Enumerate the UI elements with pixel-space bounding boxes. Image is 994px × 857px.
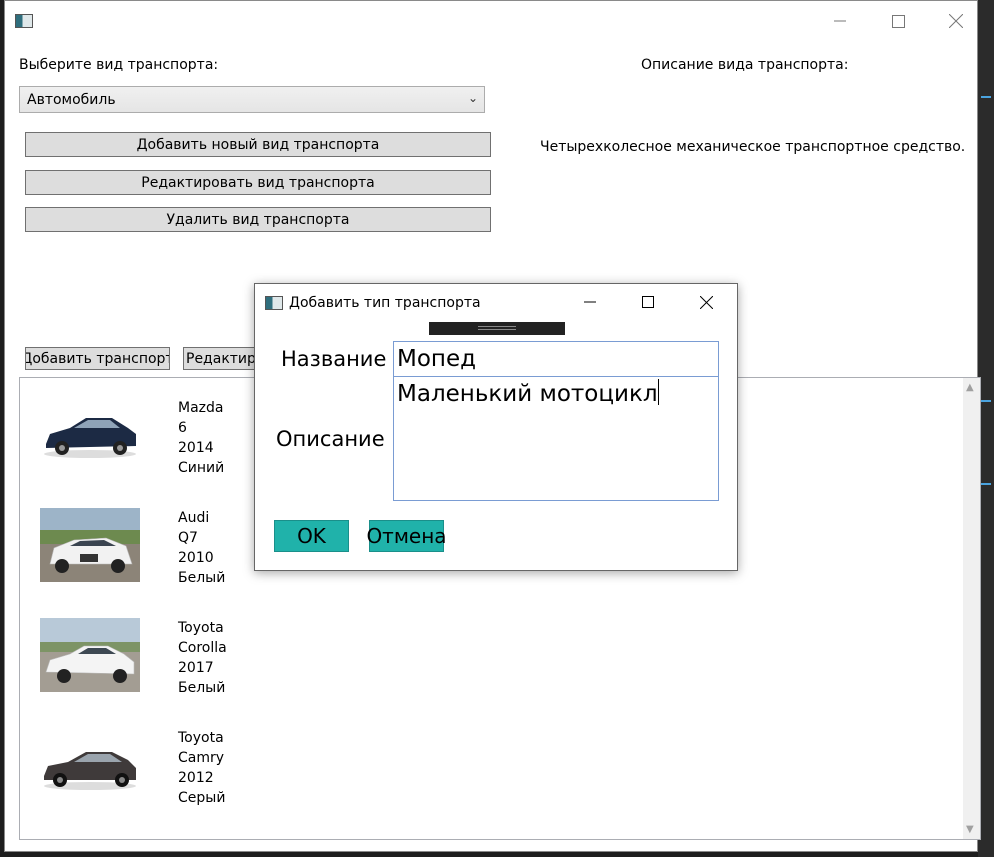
dialog-close-button[interactable] — [683, 284, 729, 320]
close-icon — [949, 14, 963, 28]
description-label: Описание — [276, 427, 385, 451]
description-input[interactable]: Маленький мотоцикл — [393, 376, 719, 501]
car-photo — [40, 618, 140, 692]
add-transport-button[interactable]: Добавить транспорт — [25, 347, 170, 370]
drag-handle[interactable] — [429, 322, 565, 335]
name-input-value: Мопед — [397, 346, 477, 372]
dialog-maximize-button[interactable] — [625, 284, 671, 320]
edit-type-button[interactable]: Редактировать вид транспорта — [25, 170, 491, 195]
car-photo — [40, 508, 140, 582]
maximize-icon — [642, 296, 654, 308]
name-label: Название — [281, 347, 387, 371]
vehicle-model: 6 — [178, 420, 187, 436]
description-header: Описание вида транспорта: — [641, 57, 849, 73]
vehicle-color: Белый — [178, 680, 226, 696]
delete-type-button[interactable]: Удалить вид транспорта — [25, 207, 491, 232]
vehicle-model: Q7 — [178, 530, 198, 546]
vehicle-brand: Mazda — [178, 400, 224, 416]
car-photo — [40, 398, 140, 472]
add-type-button[interactable]: Добавить новый вид транспорта — [25, 132, 491, 157]
dialog-app-icon — [265, 296, 283, 310]
main-titlebar[interactable] — [5, 1, 977, 41]
list-item[interactable]: Toyota Camry 2012 Серый — [20, 728, 320, 828]
vehicle-brand: Toyota — [178, 730, 224, 746]
scroll-up-icon[interactable]: ▲ — [966, 382, 974, 393]
description-input-value: Маленький мотоцикл — [397, 381, 658, 407]
ok-button[interactable]: OK — [274, 520, 349, 552]
text-caret — [657, 379, 659, 405]
minimize-icon — [584, 301, 596, 303]
vehicle-year: 2014 — [178, 440, 214, 456]
vehicle-color: Синий — [178, 460, 225, 476]
list-scrollbar[interactable]: ▲ ▼ — [963, 378, 980, 839]
scroll-down-icon[interactable]: ▼ — [966, 824, 974, 835]
maximize-button[interactable] — [875, 1, 921, 41]
vehicle-model: Camry — [178, 750, 225, 766]
vehicle-color: Серый — [178, 790, 226, 806]
vehicle-brand: Audi — [178, 510, 210, 526]
name-input[interactable]: Мопед — [393, 341, 719, 377]
cancel-button[interactable]: Отмена — [366, 520, 447, 552]
minimize-button[interactable] — [817, 1, 863, 41]
vehicle-year: 2010 — [178, 550, 214, 566]
vehicle-brand: Toyota — [178, 620, 224, 636]
minimize-icon — [834, 20, 846, 22]
app-icon — [15, 14, 33, 28]
vehicle-model: Corolla — [178, 640, 227, 656]
grip-icon — [478, 326, 516, 330]
vehicle-year: 2017 — [178, 660, 214, 676]
vehicle-color: Белый — [178, 570, 226, 586]
close-button[interactable] — [933, 1, 979, 41]
select-type-label: Выберите вид транспорта: — [19, 57, 219, 73]
transport-type-select[interactable]: Автомобиль ⌄ — [19, 86, 485, 113]
maximize-icon — [891, 14, 905, 28]
selected-type-value: Автомобиль — [27, 91, 116, 108]
edit-transport-button[interactable]: Редактиро — [183, 347, 259, 370]
dialog-title: Добавить тип транспорта — [289, 295, 481, 311]
add-type-dialog: Добавить тип транспорта Название Мопед О… — [254, 283, 738, 571]
car-photo — [40, 728, 140, 802]
list-item[interactable]: Toyota Corolla 2017 Белый — [20, 618, 320, 718]
dialog-minimize-button[interactable] — [567, 284, 613, 320]
close-icon — [699, 295, 713, 309]
description-text: Четырехколесное механическое транспортно… — [540, 139, 966, 155]
chevron-down-icon: ⌄ — [467, 91, 478, 105]
vehicle-year: 2012 — [178, 770, 214, 786]
